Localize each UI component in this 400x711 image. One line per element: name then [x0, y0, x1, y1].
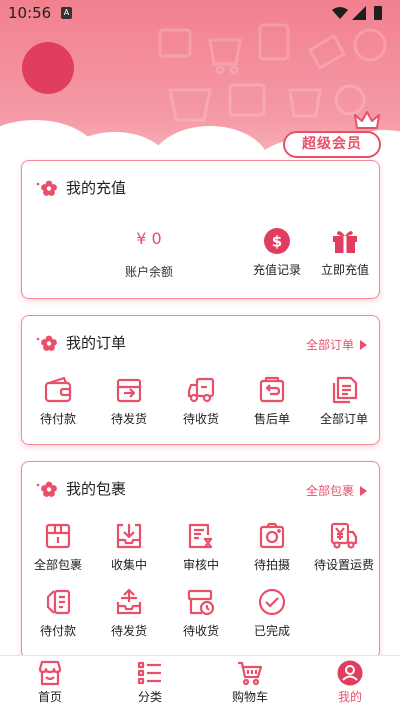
- all-orders-link-label: 全部订单: [305, 338, 354, 352]
- order-pending-shipment[interactable]: 待发货: [93, 376, 165, 427]
- recharge-history-label: 充值记录: [252, 263, 301, 277]
- orders-card: 我的订单 全部订单 待付款 待发货 待收货 售后单 全部订单: [21, 315, 380, 445]
- parcels-card: 我的包裹 全部包裹 全部包裹 收集中 审核中 待拍摄 待设置运费 待付款 待发货…: [21, 461, 380, 659]
- orders-title: 我的订单: [66, 334, 127, 352]
- battery-icon: [374, 6, 382, 20]
- shop-icon: [38, 660, 62, 686]
- card-title: 我的订单: [36, 332, 126, 353]
- yen-truck-icon: [330, 522, 358, 549]
- parcel-pending-payment[interactable]: 待付款: [22, 588, 94, 639]
- order-all[interactable]: 全部订单: [308, 376, 380, 427]
- card-title: 我的充值: [36, 177, 126, 198]
- parcel-reviewing[interactable]: 审核中: [165, 522, 237, 573]
- order-pending-payment[interactable]: 待付款: [22, 376, 94, 427]
- crown-icon: [354, 111, 380, 129]
- status-bar: 10:56 A: [0, 0, 400, 26]
- arrow-right-icon: [360, 339, 367, 350]
- tab-label: 分类: [137, 690, 162, 704]
- truck-icon: [187, 377, 215, 403]
- tab-home[interactable]: 首页: [0, 660, 100, 705]
- order-pending-receipt[interactable]: 待收货: [165, 376, 237, 427]
- parcel-collecting[interactable]: 收集中: [93, 522, 165, 573]
- parcel-item-label: 待设置运费: [313, 558, 374, 572]
- order-after-sales[interactable]: 售后单: [236, 376, 308, 427]
- all-parcels-link[interactable]: 全部包裹: [306, 482, 367, 499]
- order-item-label: 待发货: [110, 412, 147, 426]
- recharge-card: 我的充值 ¥ 0 账户余额 $ 充值记录 立即充值: [21, 160, 380, 299]
- flower-icon: [36, 481, 57, 497]
- recharge-now-button[interactable]: 立即充值: [309, 227, 381, 278]
- all-parcels-link-label: 全部包裹: [305, 484, 354, 498]
- order-item-label: 待付款: [39, 412, 76, 426]
- status-time: 10:56: [8, 4, 52, 22]
- package-icon: [45, 523, 71, 549]
- tab-label: 首页: [37, 690, 62, 704]
- parcel-item-label: 收集中: [110, 558, 147, 572]
- bottom-tab-bar: 首页 分类 购物车 我的: [0, 655, 400, 711]
- parcel-item-label: 待收货: [182, 624, 219, 638]
- wallet-icon: [44, 376, 72, 403]
- dollar-icon: $: [264, 228, 290, 254]
- list-icon: [137, 661, 161, 685]
- svg-text:$: $: [272, 233, 282, 251]
- user-icon: [337, 660, 363, 686]
- balance-value: ¥ 0: [136, 229, 162, 248]
- parcel-item-label: 待发货: [110, 624, 147, 638]
- arrow-right-icon: [360, 485, 367, 496]
- parcel-set-shipping[interactable]: 待设置运费: [308, 522, 380, 573]
- notification-badge: A: [61, 7, 72, 19]
- parcel-item-label: 审核中: [182, 558, 219, 572]
- balance-label: 账户余额: [124, 265, 173, 279]
- tab-cart[interactable]: 购物车: [200, 660, 300, 705]
- parcel-item-label: 全部包裹: [33, 558, 82, 572]
- parcel-item-label: 待拍摄: [253, 558, 290, 572]
- tab-mine[interactable]: 我的: [300, 660, 400, 705]
- tray-upload-icon: [116, 588, 142, 615]
- tab-label: 购物车: [231, 690, 268, 704]
- gift-icon: [333, 231, 357, 253]
- order-item-label: 全部订单: [319, 412, 368, 426]
- tab-category[interactable]: 分类: [100, 660, 200, 705]
- avatar[interactable]: [22, 42, 74, 94]
- card-title: 我的包裹: [36, 478, 126, 499]
- cart-icon: [238, 661, 263, 686]
- vip-badge[interactable]: 超级会员: [283, 131, 381, 158]
- pay-icon: [46, 589, 71, 615]
- signal-icon: [352, 6, 366, 20]
- inbox-download-icon: [116, 523, 142, 549]
- recharge-now-label: 立即充值: [320, 263, 369, 277]
- parcel-item-label: 待付款: [39, 624, 76, 638]
- recharge-history-button[interactable]: $ 充值记录: [241, 227, 313, 278]
- tab-label: 我的: [337, 690, 362, 704]
- parcels-title: 我的包裹: [66, 480, 127, 498]
- flower-icon: [36, 335, 57, 351]
- review-icon: [188, 523, 212, 549]
- parcel-item-label: 已完成: [253, 624, 290, 638]
- parcel-pending-receipt[interactable]: 待收货: [165, 588, 237, 639]
- check-circle-icon: [258, 588, 286, 616]
- parcel-all[interactable]: 全部包裹: [22, 522, 94, 573]
- clock-box-icon: [187, 589, 215, 616]
- system-status-icons: [332, 6, 382, 20]
- recharge-title: 我的充值: [66, 179, 127, 197]
- flower-icon: [36, 180, 57, 196]
- wifi-icon: [332, 7, 348, 19]
- camera-icon: [259, 522, 285, 549]
- parcel-completed[interactable]: 已完成: [236, 588, 308, 639]
- documents-icon: [332, 376, 358, 404]
- order-item-label: 售后单: [253, 412, 290, 426]
- parcel-pending-shipment[interactable]: 待发货: [93, 588, 165, 639]
- return-icon: [259, 376, 285, 403]
- all-orders-link[interactable]: 全部订单: [306, 336, 367, 353]
- parcel-to-photograph[interactable]: 待拍摄: [236, 522, 308, 573]
- ship-box-icon: [116, 378, 142, 403]
- order-item-label: 待收货: [182, 412, 219, 426]
